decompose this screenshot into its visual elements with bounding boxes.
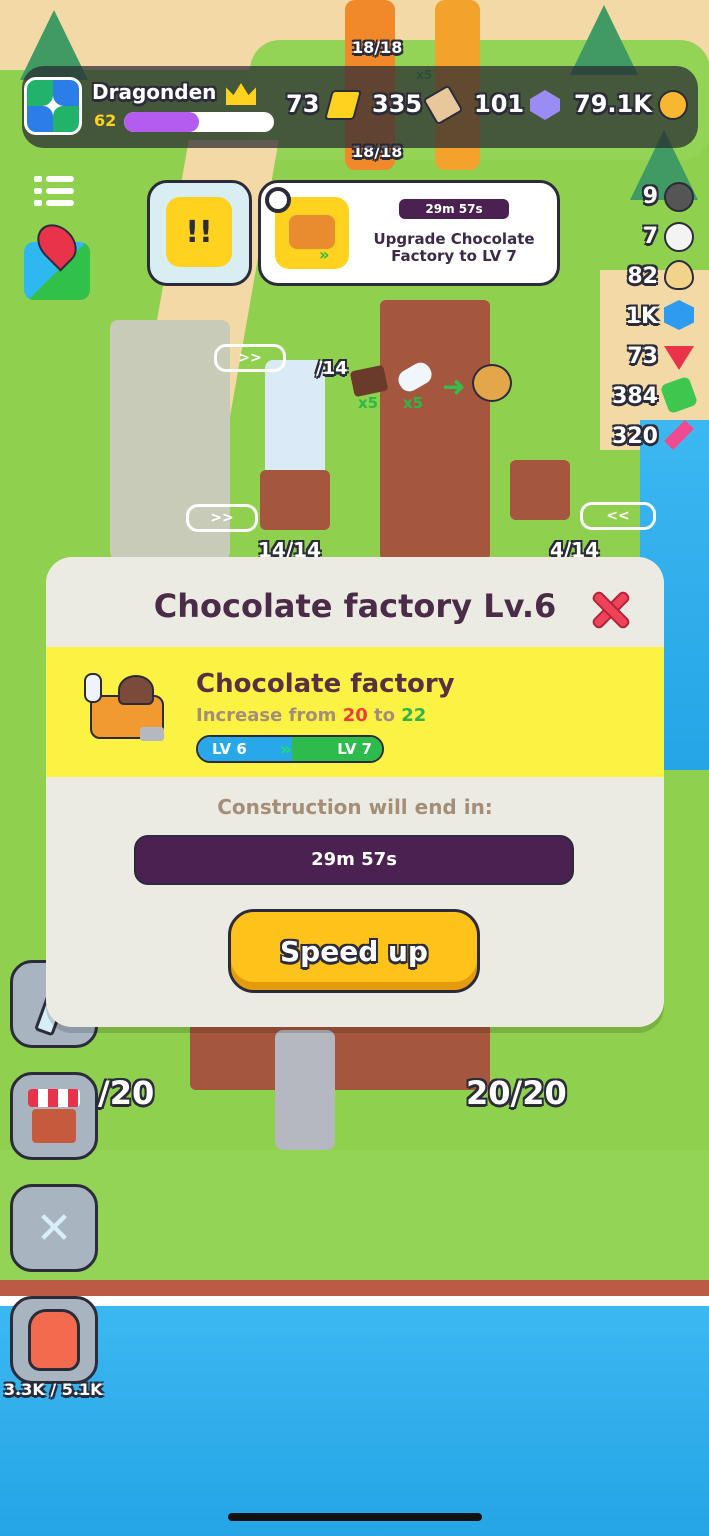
xp-progress-fill	[124, 112, 199, 132]
magnifier-icon	[265, 187, 291, 213]
map-icon[interactable]	[18, 216, 96, 304]
building-info-panel: Chocolate factory Increase from 20 to 22…	[46, 647, 664, 777]
upgrade-task-card[interactable]: » 29m 57s Upgrade Chocolate Factory to L…	[258, 180, 560, 286]
construction-timer: 29m 57s	[311, 849, 397, 870]
alert-card[interactable]: !!	[147, 180, 252, 286]
arrow-right-icon: ➜	[442, 370, 466, 403]
exclamation-icon: !!	[166, 197, 232, 267]
double-chevron-icon: »	[280, 739, 292, 760]
close-button[interactable]	[590, 589, 630, 629]
backpack-button[interactable]	[10, 1296, 98, 1384]
modal-title: Chocolate factory Lv.6	[153, 587, 557, 625]
chocolate-factory-icon	[82, 669, 172, 749]
from-value: 20	[342, 705, 368, 726]
construction-progress-bar: 29m 57s	[134, 835, 574, 885]
bomb-icon[interactable]	[664, 182, 694, 212]
backpack-capacity: 3.3K / 5.1K	[4, 1380, 103, 1399]
to-value: 22	[401, 705, 427, 726]
gem-count: 101	[474, 90, 525, 118]
double-chevron-icon: »	[319, 245, 330, 264]
crossed-swords-icon: ✕	[35, 1202, 73, 1254]
multiplier-label: x5	[403, 394, 424, 412]
menu-list-icon[interactable]	[34, 174, 74, 210]
upgrade-description: Increase from 20 to 22	[196, 705, 426, 726]
shop-button[interactable]	[10, 1072, 98, 1160]
egg-count: 82	[627, 264, 658, 289]
desc-prefix: Increase from	[196, 705, 343, 726]
coin-count: 79.1K	[574, 90, 652, 118]
player-avatar[interactable]: ✦	[24, 77, 82, 135]
direction-arrow-icon: <<	[580, 502, 656, 530]
xp-progress-bar	[124, 112, 274, 132]
player-name: Dragonden	[92, 80, 217, 104]
red-gem-count: 73	[627, 344, 658, 369]
scroll-count: 335	[372, 90, 423, 118]
direction-arrow-icon: >>	[214, 344, 286, 372]
bomb-count: 9	[642, 184, 658, 209]
backpack-icon	[28, 1309, 80, 1371]
cloud-icon[interactable]	[664, 222, 694, 252]
cookie-icon	[472, 364, 512, 402]
speed-up-button[interactable]: Speed up	[228, 909, 480, 993]
multiplier-label: x5	[358, 394, 379, 412]
upgrade-modal: Chocolate factory Lv.6 Chocolate factory…	[46, 557, 664, 1027]
direction-arrow-icon: >>	[186, 504, 258, 532]
green-gem-count: 384	[612, 384, 658, 409]
battle-button[interactable]: ✕	[10, 1184, 98, 1272]
stock-label: /20	[98, 1074, 155, 1112]
task-timer: 29m 57s	[399, 199, 509, 219]
cloud-count: 7	[642, 224, 658, 249]
guild-emblem-icon: ✦	[41, 89, 65, 123]
task-description: Upgrade Chocolate Factory to LV 7	[373, 230, 535, 265]
home-indicator[interactable]	[228, 1513, 482, 1521]
blue-crystal-count: 1K	[625, 304, 658, 329]
level-from: LV 6	[198, 737, 292, 761]
building-name: Chocolate factory	[196, 669, 455, 699]
ticket-count: 73	[286, 90, 320, 118]
desc-mid: to	[367, 705, 402, 726]
level-to: LV 7	[292, 737, 382, 761]
level-change-pill: LV 6 LV 7 »	[196, 735, 384, 763]
egg-icon[interactable]	[664, 260, 694, 290]
stock-label: 18/18	[352, 38, 403, 57]
construction-label: Construction will end in:	[217, 795, 493, 819]
pink-crystal-count: 320	[612, 424, 658, 449]
player-level: 62	[94, 111, 117, 130]
stock-label: 20/20	[466, 1074, 567, 1112]
stock-label: /14	[316, 358, 348, 379]
coin-icon[interactable]	[658, 90, 688, 120]
shop-stall-icon	[28, 1089, 80, 1143]
